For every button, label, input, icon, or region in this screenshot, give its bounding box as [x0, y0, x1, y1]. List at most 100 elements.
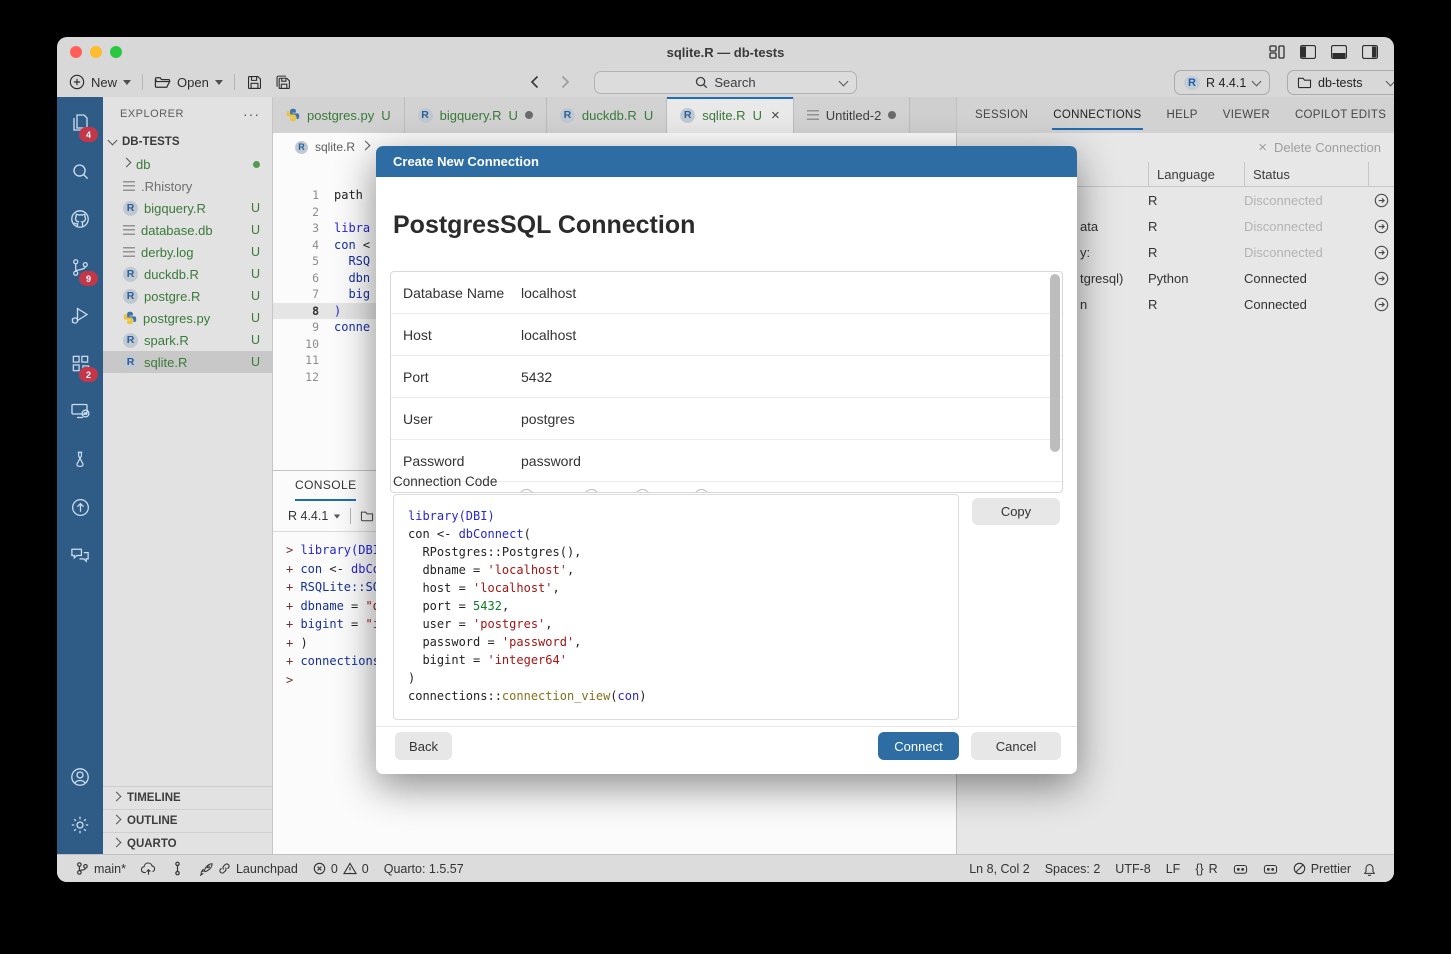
file-tree-item[interactable]: postgres.pyU — [103, 307, 272, 329]
remote-explorer-view-icon[interactable] — [57, 387, 103, 435]
open-connection-arrow-icon[interactable] — [1368, 297, 1394, 312]
tab-close-icon[interactable]: × — [771, 108, 780, 123]
file-tree-item[interactable]: Rbigquery.RU — [103, 197, 272, 219]
file-tree-item[interactable]: Rduckdb.RU — [103, 263, 272, 285]
form-scrollbar[interactable] — [1050, 274, 1060, 488]
problems-item[interactable]: 0 0 — [313, 862, 369, 876]
language-mode[interactable]: {} R — [1195, 862, 1217, 876]
sync-changes-button[interactable] — [141, 862, 156, 876]
field-value[interactable]: password — [521, 453, 581, 469]
cancel-button[interactable]: Cancel — [971, 732, 1061, 760]
toggle-left-panel-icon[interactable] — [1300, 45, 1316, 59]
prettier-item[interactable]: Prettier — [1293, 862, 1351, 876]
breadcrumb[interactable]: R sqlite.R — [295, 140, 369, 154]
open-connection-arrow-icon[interactable] — [1368, 245, 1394, 260]
chat-view-icon[interactable] — [57, 531, 103, 579]
sidebar-section-quarto[interactable]: QUARTO — [103, 832, 272, 855]
radio-button-icon[interactable] — [519, 489, 534, 493]
file-tree-item[interactable]: Rpostgre.RU — [103, 285, 272, 307]
file-tree-item[interactable]: database.dbU — [103, 219, 272, 241]
customize-layout-icon[interactable] — [1269, 45, 1285, 59]
delete-connection-button[interactable]: × Delete Connection — [1258, 139, 1381, 156]
minimize-window-button[interactable] — [90, 46, 102, 58]
open-connection-arrow-icon[interactable] — [1368, 219, 1394, 234]
sidebar-section-outline[interactable]: OUTLINE — [103, 809, 272, 832]
console-interpreter-selector[interactable]: R 4.4.1 — [288, 509, 341, 523]
toggle-bottom-panel-icon[interactable] — [1331, 45, 1347, 59]
launchpad-item[interactable]: Launchpad — [199, 862, 298, 876]
extensions-view-icon[interactable]: 2 — [57, 339, 103, 387]
search-input[interactable]: Search — [594, 71, 857, 94]
run-debug-view-icon[interactable] — [57, 291, 103, 339]
file-tree-item[interactable]: .Rhistory — [103, 175, 272, 197]
open-button[interactable]: Open — [154, 75, 223, 90]
code-line: con <- dbConnect( — [408, 525, 958, 543]
indentation-setting[interactable]: Spaces: 2 — [1045, 862, 1101, 876]
search-dropdown-chevron-icon[interactable] — [839, 76, 849, 86]
panel-tab-viewer[interactable]: VIEWER — [1222, 100, 1271, 130]
open-connection-arrow-icon[interactable] — [1368, 271, 1394, 286]
publish-view-icon[interactable] — [57, 483, 103, 531]
field-value[interactable]: 5432 — [521, 369, 552, 385]
workspace-root-folder[interactable]: DB-TESTS — [103, 131, 272, 153]
encoding-setting[interactable]: UTF-8 — [1115, 862, 1150, 876]
file-tree-item[interactable]: Rsqlite.RU — [103, 351, 272, 373]
radio-button-icon[interactable] — [694, 489, 709, 493]
cursor-position[interactable]: Ln 8, Col 2 — [969, 862, 1029, 876]
console-tab-console[interactable]: CONSOLE — [295, 478, 356, 501]
save-all-button[interactable] — [274, 74, 292, 91]
sidebar-section-timeline[interactable]: TIMELINE — [103, 786, 272, 809]
explorer-view-icon[interactable]: 4 — [57, 99, 103, 147]
copilot-secondary-icon[interactable] — [1263, 862, 1278, 875]
toggle-right-panel-icon[interactable] — [1362, 45, 1378, 59]
form-field-port[interactable]: Port5432 — [391, 356, 1062, 398]
field-value[interactable]: localhost — [521, 285, 576, 301]
file-tree-item[interactable]: Rspark.RU — [103, 329, 272, 351]
file-tree-item[interactable]: db — [103, 153, 272, 175]
field-value[interactable]: postgres — [521, 411, 575, 427]
interpreter-selector[interactable]: R R 4.4.1 — [1174, 70, 1270, 95]
new-button[interactable]: New — [69, 74, 131, 90]
panel-tab-copilot-edits[interactable]: COPILOT EDITS — [1294, 100, 1387, 130]
connect-button[interactable]: Connect — [878, 732, 959, 760]
explorer-more-actions-icon[interactable]: ··· — [243, 106, 260, 122]
open-connection-arrow-icon[interactable] — [1368, 193, 1394, 208]
copilot-icon[interactable] — [1233, 862, 1248, 875]
form-field-host[interactable]: Hostlocalhost — [391, 314, 1062, 356]
workspace-selector[interactable]: db-tests — [1287, 70, 1394, 95]
pipeline-icon[interactable] — [171, 861, 184, 876]
file-tree-item[interactable]: derby.logU — [103, 241, 272, 263]
panel-tab-connections[interactable]: CONNECTIONS — [1052, 100, 1142, 130]
back-button[interactable]: Back — [395, 732, 452, 760]
git-branch-item[interactable]: main* — [75, 861, 126, 876]
field-value[interactable]: localhost — [521, 327, 576, 343]
notifications-bell-icon[interactable] — [1363, 862, 1376, 876]
editor-tab-Untitled-2[interactable]: Untitled-2 — [794, 97, 911, 133]
editor-tab-duckdb.R[interactable]: Rduckdb.RU — [547, 97, 667, 133]
copy-button[interactable]: Copy — [972, 498, 1060, 525]
form-field-database-name[interactable]: Database Namelocalhost — [391, 272, 1062, 314]
accounts-icon[interactable] — [57, 753, 103, 801]
editor-tab-postgres.py[interactable]: postgres.pyU — [273, 97, 405, 133]
form-field-user[interactable]: Userpostgres — [391, 398, 1062, 440]
quarto-version[interactable]: Quarto: 1.5.57 — [384, 862, 464, 876]
source-control-view-icon[interactable]: 9 — [57, 243, 103, 291]
panel-tab-session[interactable]: SESSION — [974, 100, 1029, 130]
testing-view-icon[interactable] — [57, 435, 103, 483]
navigate-back-button[interactable] — [530, 75, 539, 89]
editor-tab-sqlite.R[interactable]: Rsqlite.RU× — [667, 97, 794, 133]
close-window-button[interactable] — [70, 46, 82, 58]
field-label: User — [403, 411, 521, 427]
github-view-icon[interactable] — [57, 195, 103, 243]
save-button[interactable] — [246, 74, 263, 91]
zoom-window-button[interactable] — [110, 46, 122, 58]
navigate-forward-button[interactable] — [561, 75, 570, 89]
search-view-icon[interactable] — [57, 147, 103, 195]
editor-tab-bigquery.R[interactable]: Rbigquery.RU — [405, 97, 547, 133]
radio-button-icon[interactable] — [584, 489, 599, 493]
chevron-down-icon — [108, 136, 118, 146]
eol-setting[interactable]: LF — [1166, 862, 1181, 876]
settings-gear-icon[interactable] — [57, 801, 103, 849]
radio-button-icon[interactable] — [635, 489, 650, 493]
panel-tab-help[interactable]: HELP — [1166, 100, 1199, 130]
